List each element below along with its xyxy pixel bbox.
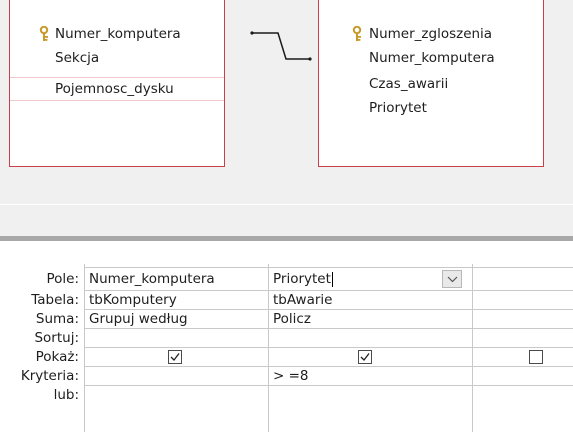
row-label-suma: Suma: (35, 311, 79, 327)
field-numer-komputera[interactable]: Numer_komputera (10, 22, 224, 46)
cell-lub[interactable] (85, 386, 268, 404)
cell-text: Policz (273, 311, 311, 327)
cell-tabela[interactable] (473, 291, 573, 310)
chevron-down-icon (447, 276, 458, 283)
grid-column-2[interactable]: Priorytet tbAwarie Policz > =8 (268, 264, 472, 432)
cell-kryteria[interactable] (473, 367, 573, 386)
query-design-pane[interactable]: Numer_komputera Sekcja Pojemnosc_dysku N… (0, 0, 573, 204)
show-checkbox[interactable] (529, 350, 543, 364)
key-icon (351, 25, 363, 42)
table-tbkomputery[interactable]: Numer_komputera Sekcja Pojemnosc_dysku (9, 0, 225, 167)
grid-row-labels: Pole: Tabela: Suma: Sortuj: Pokaż: Kryte… (0, 267, 84, 404)
field-label: Numer_komputera (369, 50, 495, 66)
key-icon (38, 25, 50, 42)
cell-text: tbKomputery (89, 292, 177, 308)
field-sekcja[interactable]: Sekcja (10, 46, 224, 70)
field-label: Numer_zgloszenia (369, 26, 493, 42)
cell-pokaz[interactable] (85, 348, 268, 367)
cell-lub[interactable] (269, 386, 472, 404)
field-label: Priorytet (369, 100, 427, 116)
cell-sortuj[interactable] (269, 329, 472, 348)
cell-pole[interactable]: Priorytet (269, 267, 472, 291)
table-tbawarie[interactable]: Numer_zgloszenia Numer_komputera Czas_aw… (318, 0, 544, 167)
checkmark-icon (360, 353, 370, 361)
row-label-sortuj: Sortuj: (34, 330, 79, 346)
row-label-pokaz: Pokaż: (35, 349, 79, 365)
cell-lub[interactable] (473, 386, 573, 404)
field-numer-zgloszenia[interactable]: Numer_zgloszenia (319, 22, 543, 46)
field-numer-komputera[interactable]: Numer_komputera (319, 46, 543, 70)
cell-tabela[interactable]: tbKomputery (85, 291, 268, 310)
cell-suma[interactable] (473, 310, 573, 329)
show-checkbox[interactable] (358, 350, 372, 364)
cell-pokaz[interactable] (473, 348, 573, 367)
cell-suma[interactable]: Policz (269, 310, 472, 329)
cell-text: tbAwarie (273, 292, 333, 308)
field-label: Pojemnosc_dysku (55, 81, 174, 97)
field-dropdown-button[interactable] (442, 270, 462, 288)
field-priorytet[interactable]: Priorytet (319, 96, 543, 120)
field-label: Numer_komputera (55, 26, 181, 42)
cell-text: Numer_komputera (89, 271, 215, 287)
row-label-kryteria: Kryteria: (20, 368, 79, 384)
show-checkbox[interactable] (168, 350, 182, 364)
cell-pokaz[interactable] (269, 348, 472, 367)
cell-pole[interactable]: Numer_komputera (85, 267, 268, 291)
grid-column-3[interactable] (472, 264, 573, 432)
cell-sortuj[interactable] (473, 329, 573, 348)
cell-text: > =8 (273, 368, 309, 384)
grid-column-1[interactable]: Numer_komputera tbKomputery Grupuj wedłu… (84, 264, 268, 432)
field-label: Sekcja (55, 50, 100, 66)
row-label-pole: Pole: (46, 271, 79, 287)
cell-text: Grupuj według (89, 311, 188, 327)
cell-text: Priorytet (273, 271, 331, 287)
cell-tabela[interactable]: tbAwarie (269, 291, 472, 310)
text-caret (331, 271, 333, 287)
query-design-grid[interactable]: Pole: Tabela: Suma: Sortuj: Pokaż: Kryte… (0, 241, 573, 432)
cell-suma[interactable]: Grupuj według (85, 310, 268, 329)
cell-sortuj[interactable] (85, 329, 268, 348)
field-label: Czas_awarii (369, 76, 449, 92)
checkmark-icon (170, 353, 180, 361)
cell-pole[interactable] (473, 267, 573, 291)
field-pojemnosc-dysku[interactable]: Pojemnosc_dysku (10, 77, 224, 101)
grid-columns: Numer_komputera tbKomputery Grupuj wedłu… (84, 264, 573, 432)
field-czas-awarii[interactable]: Czas_awarii (319, 72, 543, 96)
cell-kryteria[interactable] (85, 367, 268, 386)
cell-kryteria[interactable]: > =8 (269, 367, 472, 386)
row-label-lub: lub: (53, 387, 79, 403)
row-label-tabela: Tabela: (31, 292, 79, 308)
